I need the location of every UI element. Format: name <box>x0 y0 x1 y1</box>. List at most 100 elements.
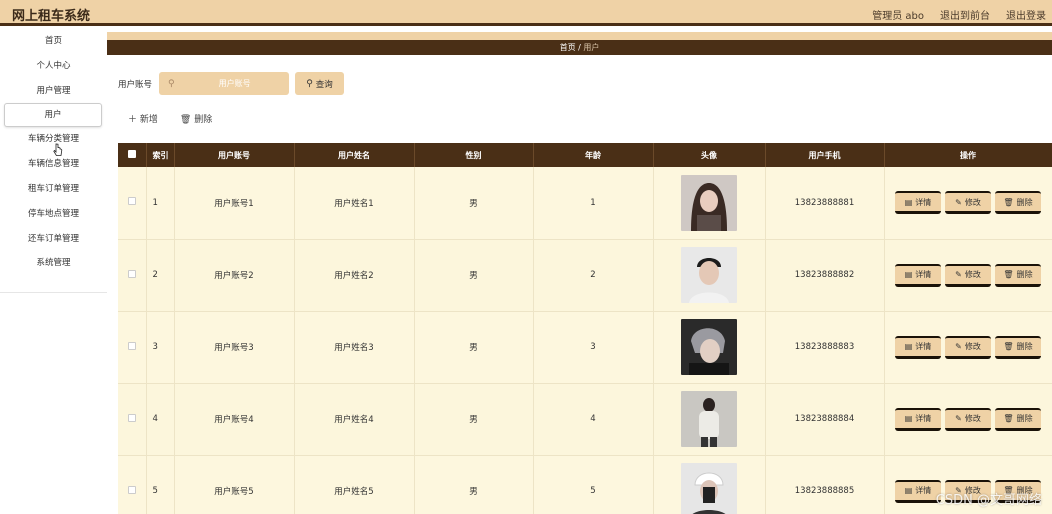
row-checkbox[interactable] <box>127 485 136 494</box>
table-row: 3 用户账号3 用户姓名3 男 3 13823888883 ▤ 详情 ✎ 修改 🗑 删除 <box>118 311 1052 384</box>
logout-link[interactable]: 退出登录 <box>1006 7 1046 22</box>
row-select-cell[interactable] <box>118 239 147 312</box>
app-title: 网上租车系统 <box>12 9 91 24</box>
row-select-cell[interactable] <box>118 167 147 240</box>
table-row: 5 用户账号5 用户姓名5 男 5 13823888885 ▤ 详情 ✎ 修改 🗑 删除 <box>118 455 1052 514</box>
cell-account: 用户账号2 <box>174 239 295 312</box>
search-button[interactable]: ⚲ 查询 <box>295 72 345 95</box>
detail-button[interactable]: ▤ 详情 <box>895 263 941 287</box>
sidebar-item-profile[interactable]: 个人中心 <box>0 54 107 79</box>
row-delete-button-label: 删除 <box>1016 270 1033 279</box>
add-button-label: 新增 <box>139 115 158 125</box>
header-avatar: 头像 <box>653 143 766 167</box>
row-checkbox[interactable] <box>127 413 136 422</box>
cell-name: 用户姓名1 <box>294 167 415 240</box>
avatar <box>681 247 737 303</box>
cell-age: 2 <box>533 239 654 312</box>
cell-age: 4 <box>533 383 654 456</box>
cell-actions: ▤ 详情 ✎ 修改 🗑 删除 <box>884 383 1052 456</box>
table-row: 1 用户账号1 用户姓名1 男 1 13823888881 ▤ 详情 ✎ 修改 🗑 删除 <box>118 167 1052 240</box>
trash-icon: 🗑 <box>179 115 195 125</box>
exit-to-front-link[interactable]: 退出到前台 <box>940 7 990 22</box>
cell-index: 5 <box>146 455 175 514</box>
search-row: 用户账号 ⚲ ⚲ 查询 <box>118 72 345 95</box>
row-checkbox[interactable] <box>127 341 136 350</box>
avatar <box>681 174 737 231</box>
document-icon: ▤ <box>904 270 913 279</box>
sidebar-item-user-management[interactable]: 用户管理 <box>0 79 107 104</box>
delete-button[interactable]: 🗑 删除 <box>180 112 212 125</box>
table-row: 4 用户账号4 用户姓名4 男 4 13823888884 ▤ 详情 ✎ 修改 🗑 删除 <box>118 383 1052 456</box>
edit-button-label: 修改 <box>964 270 981 279</box>
row-delete-button[interactable]: 🗑 删除 <box>995 191 1041 215</box>
trash-icon: 🗑 <box>1003 270 1014 279</box>
select-all-header[interactable] <box>118 143 147 167</box>
search-input-wrapper: ⚲ <box>159 72 290 95</box>
row-checkbox[interactable] <box>127 197 136 206</box>
edit-button[interactable]: ✎ 修改 <box>945 335 991 359</box>
edit-button[interactable]: ✎ 修改 <box>945 407 991 431</box>
cell-actions: ▤ 详情 ✎ 修改 🗑 删除 <box>884 167 1052 240</box>
cell-age: 1 <box>533 167 654 240</box>
sidebar-subitem-user[interactable]: 用户 <box>4 103 102 128</box>
row-select-cell[interactable] <box>118 383 147 456</box>
detail-button-label: 详情 <box>915 270 932 279</box>
sidebar-item-parking-locations[interactable]: 停车地点管理 <box>0 202 107 227</box>
cell-actions: ▤ 详情 ✎ 修改 🗑 删除 <box>884 239 1052 312</box>
edit-button[interactable]: ✎ 修改 <box>945 263 991 287</box>
detail-button[interactable]: ▤ 详情 <box>895 407 941 431</box>
pencil-icon: ✎ <box>955 342 962 351</box>
edit-button[interactable]: ✎ 修改 <box>945 191 991 215</box>
detail-button-label: 详情 <box>915 197 932 207</box>
sidebar-item-home[interactable]: 首页 <box>0 29 107 54</box>
sidebar-item-return-orders[interactable]: 还车订单管理 <box>0 227 107 252</box>
search-input[interactable] <box>184 79 285 88</box>
avatar <box>681 319 737 375</box>
user-table: 索引 用户账号 用户姓名 性别 年龄 头像 用户手机 操作 1 用户账号1 用户姓名… <box>118 143 1052 514</box>
sidebar-item-rental-orders[interactable]: 租车订单管理 <box>0 177 107 202</box>
row-delete-button[interactable]: 🗑 删除 <box>995 407 1041 431</box>
header-name: 用户姓名 <box>294 143 415 167</box>
cell-index: 3 <box>146 311 175 384</box>
cell-name: 用户姓名3 <box>294 311 415 384</box>
cell-phone: 13823888884 <box>765 383 885 456</box>
row-delete-button-label: 删除 <box>1016 342 1033 351</box>
cell-gender: 男 <box>414 383 534 456</box>
detail-button[interactable]: ▤ 详情 <box>895 191 941 215</box>
cell-avatar <box>653 311 766 384</box>
cell-name: 用户姓名2 <box>294 239 415 312</box>
row-delete-button[interactable]: 🗑 删除 <box>995 335 1041 359</box>
cell-gender: 男 <box>414 455 534 514</box>
cell-phone: 13823888882 <box>765 239 885 312</box>
document-icon: ▤ <box>904 486 913 495</box>
select-all-checkbox[interactable] <box>127 150 136 158</box>
watermark: CSDN @文哥网络 <box>935 493 1042 508</box>
row-delete-button[interactable]: 🗑 删除 <box>995 263 1041 287</box>
cell-name: 用户姓名4 <box>294 383 415 456</box>
cell-age: 5 <box>533 455 654 514</box>
row-select-cell[interactable] <box>118 455 147 514</box>
row-checkbox[interactable] <box>127 269 136 278</box>
breadcrumb-bar: 首页 / 用户 <box>107 32 1052 55</box>
cell-index: 1 <box>146 167 175 240</box>
detail-button[interactable]: ▤ 详情 <box>895 479 941 503</box>
document-icon: ▤ <box>904 197 913 207</box>
table-header-row: 索引 用户账号 用户姓名 性别 年龄 头像 用户手机 操作 <box>118 143 1052 167</box>
cell-phone: 13823888881 <box>765 167 885 240</box>
breadcrumb-home[interactable]: 首页 <box>560 43 576 52</box>
sidebar-item-system[interactable]: 系统管理 <box>0 251 107 276</box>
detail-button[interactable]: ▤ 详情 <box>895 335 941 359</box>
add-button[interactable]: ＋ 新增 <box>128 112 158 125</box>
row-select-cell[interactable] <box>118 311 147 384</box>
pencil-icon: ✎ <box>955 197 962 207</box>
search-icon: ⚲ <box>306 78 313 89</box>
avatar <box>681 391 737 447</box>
cell-account: 用户账号4 <box>174 383 295 456</box>
current-user-label: 管理员 abo <box>872 11 924 22</box>
plus-icon: ＋ <box>128 115 140 125</box>
cell-avatar <box>653 383 766 456</box>
mouse-pointer-icon <box>53 143 63 156</box>
cell-gender: 男 <box>414 167 534 240</box>
header-index: 索引 <box>146 143 175 167</box>
cell-gender: 男 <box>414 311 534 384</box>
